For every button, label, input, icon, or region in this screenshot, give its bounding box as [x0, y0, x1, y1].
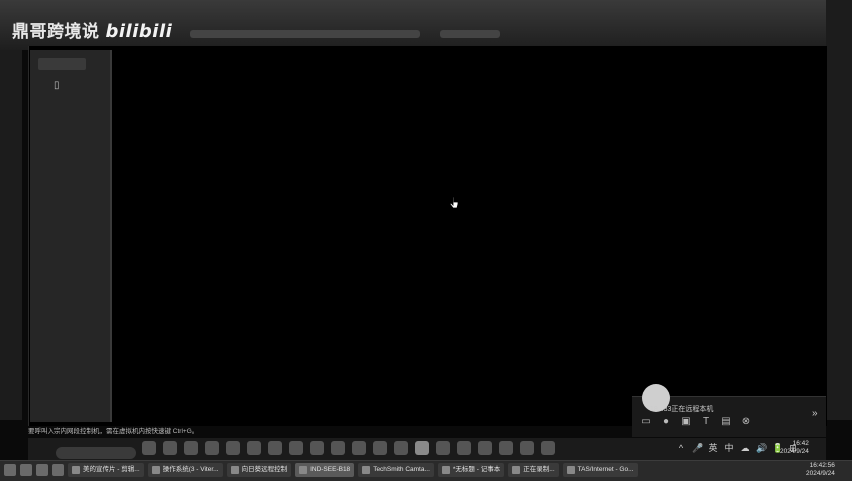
- app-icon[interactable]: [184, 441, 198, 455]
- remote-clock-time: 16:42: [792, 440, 809, 447]
- blurred-tab-strip: [190, 30, 420, 38]
- double-chevron-right-icon[interactable]: »: [812, 408, 818, 419]
- app-icon: [441, 466, 450, 474]
- app-icon[interactable]: [205, 441, 219, 455]
- close-circle-icon[interactable]: ⊗: [740, 416, 752, 428]
- search-icon[interactable]: [142, 441, 156, 455]
- tray-item[interactable]: ^: [676, 441, 686, 455]
- host-task-label: 正在录制...: [523, 466, 555, 473]
- search-icon[interactable]: [20, 464, 32, 476]
- remote-clock[interactable]: 16:42 2024/9/24: [780, 440, 809, 456]
- tray-item[interactable]: 中: [724, 441, 734, 455]
- app-icon-active[interactable]: [415, 441, 429, 455]
- tiktok-icon[interactable]: [226, 441, 240, 455]
- bilibili-logo: bilibili: [105, 21, 173, 42]
- host-task-button[interactable]: 美的宣传片 - 剪辑...: [68, 463, 144, 477]
- host-taskbar-apps: 美的宣传片 - 剪辑... 操作系统(3 - Viter... 向日葵远程控制 …: [4, 463, 638, 477]
- blurred-tab: [440, 30, 500, 38]
- host-right-edge: [826, 0, 852, 420]
- app-icon: [299, 466, 308, 474]
- sidebar-panel: [30, 50, 112, 422]
- text-icon[interactable]: T: [700, 416, 712, 428]
- task-view-icon[interactable]: [36, 464, 48, 476]
- host-task-button-active[interactable]: IND-SEE-B18: [295, 463, 355, 477]
- app-icon[interactable]: [499, 441, 513, 455]
- host-task-button[interactable]: 向日葵远程控制: [226, 463, 292, 477]
- app-icon: [230, 466, 239, 474]
- host-task-button[interactable]: TechSmith Camta...: [358, 463, 434, 477]
- app-icon[interactable]: [331, 441, 345, 455]
- search-input[interactable]: [56, 447, 136, 459]
- main-viewport[interactable]: [112, 50, 825, 422]
- app-icon[interactable]: [247, 441, 261, 455]
- screen-icon[interactable]: ▣: [680, 416, 692, 428]
- host-task-label: TechSmith Camta...: [373, 466, 430, 473]
- app-icon[interactable]: [289, 441, 303, 455]
- chat-icon[interactable]: ▭: [640, 416, 652, 428]
- host-task-button[interactable]: 操作系统(3 - Viter...: [147, 463, 223, 477]
- host-task-label: 美的宣传片 - 剪辑...: [83, 466, 140, 473]
- channel-watermark: 鼎哥跨境说 bilibili: [12, 17, 172, 42]
- app-icon: [151, 466, 160, 474]
- host-task-label: *无标题 - 记事本: [452, 466, 501, 473]
- app-icon: [362, 466, 371, 474]
- remote-clock-date: 2024/9/24: [780, 448, 809, 455]
- mic-icon[interactable]: ●: [660, 416, 672, 428]
- notification-text: 18...33正在远程本机: [650, 406, 714, 413]
- tray-item[interactable]: 🔊: [756, 441, 767, 455]
- notification-actions: ▭ ● ▣ T ▤ ⊗: [640, 416, 752, 428]
- app-icon: [72, 466, 80, 474]
- app-icon[interactable]: [394, 441, 408, 455]
- app-icon[interactable]: [163, 441, 177, 455]
- app-icon[interactable]: [541, 441, 555, 455]
- host-left-edge: [0, 50, 22, 420]
- app-icon: [512, 466, 521, 474]
- host-task-button[interactable]: TAS/Internet - Go...: [562, 463, 638, 477]
- tray-item[interactable]: ☁: [740, 441, 750, 455]
- host-task-label: 向日葵远程控制: [241, 466, 288, 473]
- folder-icon[interactable]: ▤: [720, 416, 732, 428]
- app-icon[interactable]: [457, 441, 471, 455]
- host-clock[interactable]: 16:42:56 2024/9/24: [806, 462, 835, 478]
- start-icon[interactable]: [4, 464, 16, 476]
- folder-icon[interactable]: [268, 441, 282, 455]
- app-icon[interactable]: [373, 441, 387, 455]
- sidebar-header: [38, 58, 86, 70]
- app-icon[interactable]: [478, 441, 492, 455]
- app-icon[interactable]: [436, 441, 450, 455]
- app-icon: [566, 466, 575, 474]
- host-task-label: IND-SEE-B18: [310, 466, 351, 473]
- app-icon[interactable]: [310, 441, 324, 455]
- host-task-button[interactable]: *无标题 - 记事本: [437, 463, 505, 477]
- app-icon[interactable]: [52, 464, 64, 476]
- document-icon[interactable]: ▯: [54, 80, 66, 92]
- app-icon[interactable]: [520, 441, 534, 455]
- mouse-cursor-icon: [450, 196, 459, 209]
- watermark-channel: 鼎哥跨境说: [12, 22, 100, 42]
- tray-item[interactable]: 英: [708, 441, 718, 455]
- status-hint: 要呼叫入宗内网段控制机，需在虚拟机内按快速键 Ctrl+G。: [28, 428, 199, 435]
- app-icon[interactable]: [352, 441, 366, 455]
- host-task-label: TAS/Internet - Go...: [577, 466, 634, 473]
- host-task-label: 操作系统(3 - Viter...: [162, 466, 219, 473]
- host-task-button[interactable]: 正在录制...: [508, 463, 559, 477]
- host-clock-time: 16:42:56: [809, 462, 835, 469]
- host-clock-date: 2024/9/24: [806, 470, 835, 477]
- remote-taskbar-apps: [142, 441, 555, 455]
- tray-item[interactable]: 🎤: [692, 441, 703, 455]
